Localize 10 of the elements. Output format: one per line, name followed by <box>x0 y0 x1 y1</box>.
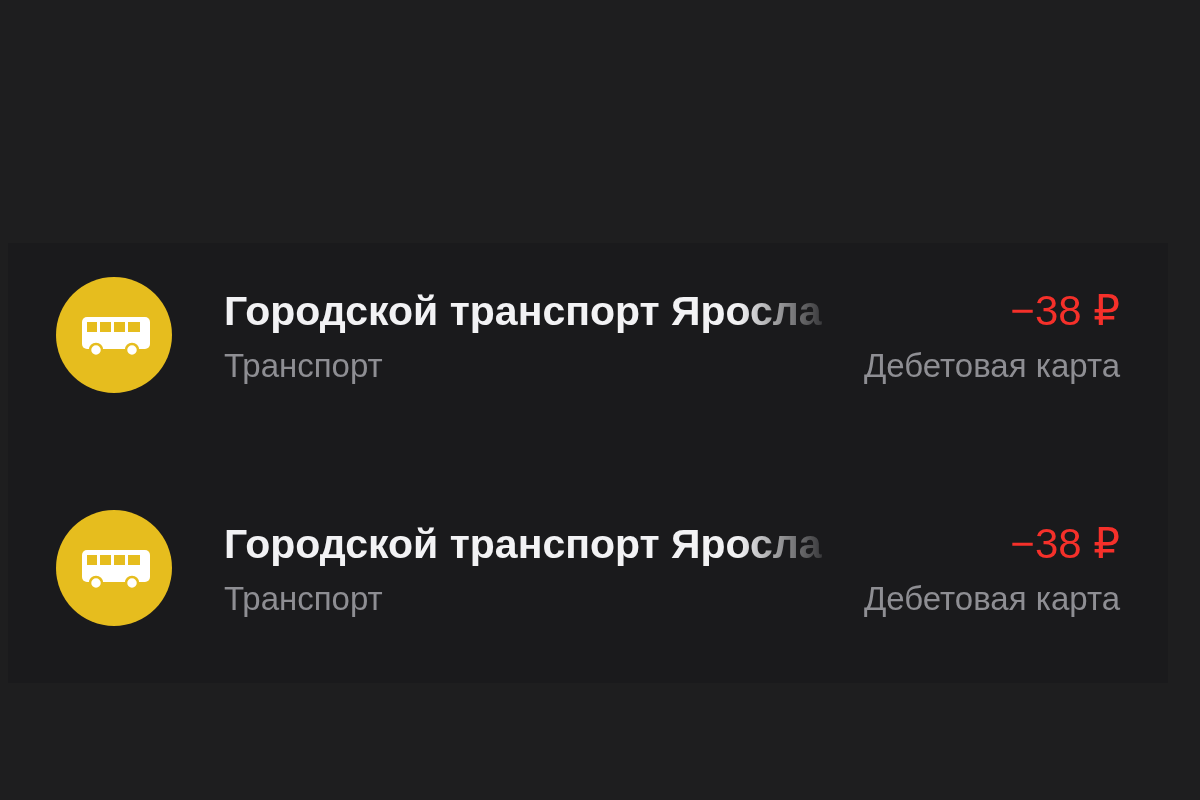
amount: −38 ₽ <box>1010 285 1120 335</box>
bus-icon <box>56 510 172 626</box>
payment-source: Дебетовая карта <box>864 579 1120 618</box>
payment-source: Дебетовая карта <box>864 346 1120 385</box>
bus-icon <box>56 277 172 393</box>
merchant-name: Городской транспорт Яросла <box>224 520 822 568</box>
merchant-name: Городской транспорт Яросла <box>224 287 822 335</box>
category-label: Транспорт <box>224 579 383 618</box>
category-label: Транспорт <box>224 346 383 385</box>
amount: −38 ₽ <box>1010 518 1120 568</box>
